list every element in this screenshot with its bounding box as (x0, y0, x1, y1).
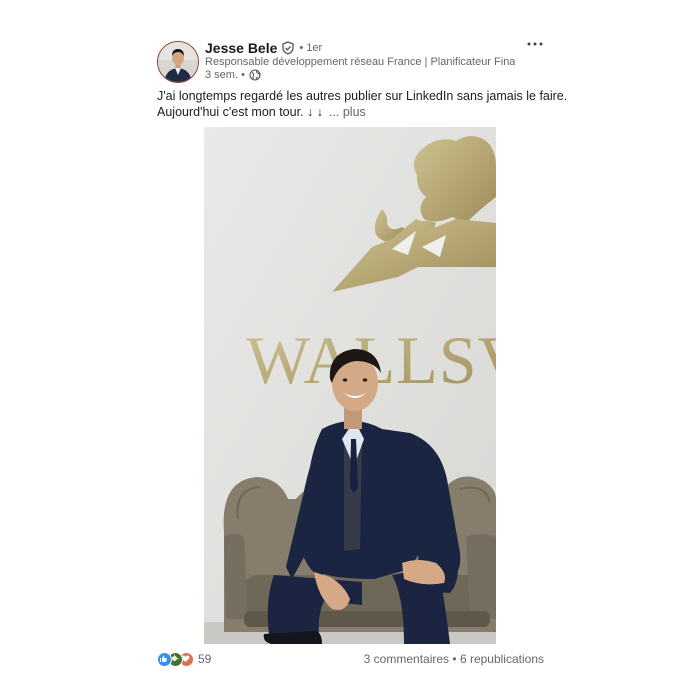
author-row: Jesse Bele • 1er (205, 39, 322, 57)
post-time: 3 sem. • (205, 69, 245, 81)
post-photo[interactable]: WALLSV (204, 127, 496, 644)
author-name[interactable]: Jesse Bele (205, 40, 277, 56)
photo-scene: WALLSV (204, 127, 496, 644)
linkedin-post: Jesse Bele • 1er Responsable développeme… (0, 0, 700, 700)
social-counts-bar: 59 3 commentaires • 6 republications (157, 650, 547, 668)
see-more-link[interactable]: ... plus (329, 105, 366, 119)
post-text: J'ai longtemps regardé les autres publie… (157, 88, 568, 120)
post-text-line-2: Aujourd'hui c'est mon tour. ↓ ↓ ... plus (157, 104, 557, 120)
comments-count-link[interactable]: 3 commentaires (364, 652, 449, 666)
post-text-line-2-content: Aujourd'hui c'est mon tour. ↓ ↓ (157, 105, 323, 119)
post-meta: 3 sem. • (205, 68, 261, 82)
reactions-summary[interactable]: 59 (157, 650, 211, 668)
avatar-portrait (158, 42, 198, 82)
globe-icon (249, 69, 261, 81)
like-icon (157, 651, 172, 667)
more-icon[interactable] (524, 36, 546, 54)
reaction-count: 59 (198, 652, 212, 666)
counts-separator: • (452, 652, 457, 666)
engagement-counts: 3 commentaires • 6 republications (364, 650, 544, 668)
post-text-line-1: J'ai longtemps regardé les autres publie… (157, 89, 568, 103)
verified-icon (281, 41, 295, 55)
avatar[interactable] (157, 41, 199, 83)
reposts-count-link[interactable]: 6 republications (460, 652, 544, 666)
connection-degree: • 1er (299, 42, 323, 54)
author-headline: Responsable développement réseau France … (205, 56, 515, 68)
